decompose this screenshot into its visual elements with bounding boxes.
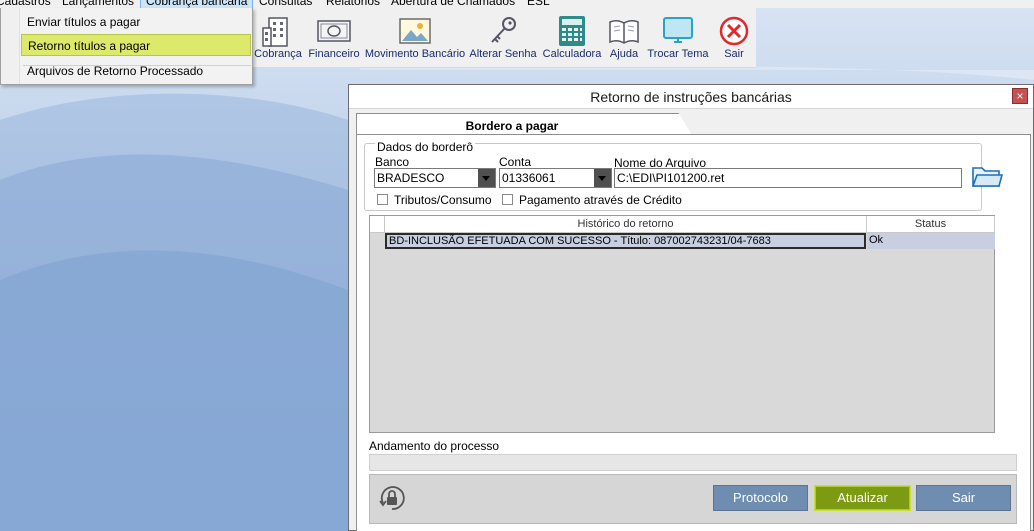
lock-refresh-icon[interactable]	[377, 483, 407, 513]
banco-select[interactable]: BRADESCO	[374, 168, 496, 188]
tab-bordero-label: Bordero a pagar	[465, 119, 559, 133]
menu-esl[interactable]: ESL	[527, 0, 550, 8]
andamento-label: Andamento do processo	[369, 439, 500, 453]
andamento-progress-bar	[369, 454, 1017, 471]
monitor-icon	[663, 17, 693, 43]
picture-icon	[399, 18, 431, 44]
menu-cadastros[interactable]: Cadastros	[0, 0, 51, 8]
menu-relatorios[interactable]: Relatórios	[326, 0, 380, 8]
sair-button[interactable]: Sair	[916, 485, 1011, 511]
tributos-label: Tributos/Consumo	[394, 193, 492, 207]
dialog-title: Retorno de instruções bancárias	[590, 89, 792, 105]
chevron-down-icon[interactable]	[478, 169, 495, 187]
grid-row-header-corner	[370, 216, 385, 233]
conta-value: 01336061	[502, 171, 556, 185]
toolbar-alterar-senha-button[interactable]: Alterar Senha	[468, 10, 538, 66]
toolbar-alterar-senha-label: Alterar Senha	[469, 48, 537, 60]
tributos-checkbox[interactable]	[377, 194, 388, 205]
dialog-footer: Protocolo Atualizar Sair	[369, 474, 1017, 524]
calculator-icon	[559, 16, 585, 46]
menu-abertura-chamados[interactable]: Abertura de Chamados	[391, 0, 515, 8]
toolbar-cobranca-label: Cobrança	[254, 48, 302, 60]
conta-select[interactable]: 01336061	[499, 168, 612, 188]
menu-item-arquivos-retorno[interactable]: Arquivos de Retorno Processado	[21, 60, 251, 82]
building-icon	[262, 17, 288, 47]
protocolo-button[interactable]: Protocolo	[713, 485, 808, 511]
table-row-historico[interactable]: BD-INCLUSÃO EFETUADA COM SUCESSO - Títul…	[385, 233, 866, 249]
chevron-down-icon[interactable]	[594, 169, 611, 187]
toolbar-sair-label: Sair	[724, 48, 744, 60]
credito-label: Pagamento através de Crédito	[519, 193, 682, 207]
dialog-titlebar: Retorno de instruções bancárias ×	[349, 85, 1033, 109]
conta-label: Conta	[499, 155, 532, 169]
arquivo-value: C:\EDI\PI101200.ret	[617, 171, 725, 185]
toolbar-movimento-bancario-label: Movimento Bancário	[364, 48, 466, 60]
toolbar-financeiro-button[interactable]: Financeiro	[306, 10, 362, 66]
retorno-instrucoes-dialog: Retorno de instruções bancárias × Border…	[348, 84, 1034, 531]
banco-value: BRADESCO	[377, 171, 445, 185]
menu-item-enviar-titulos[interactable]: Enviar títulos a pagar	[21, 11, 251, 33]
toolbar-cobranca-button[interactable]: Cobrança	[252, 10, 304, 66]
key-icon	[491, 17, 516, 43]
grid-header-historico[interactable]: Histórico do retorno	[385, 216, 867, 233]
menu-lancamentos[interactable]: Lançamentos	[62, 0, 134, 8]
table-row-status[interactable]: Ok	[867, 233, 995, 249]
historico-grid[interactable]: Histórico do retorno Status BD-INCLUSÃO …	[369, 215, 995, 433]
toolbar-trocar-tema-label: Trocar Tema	[647, 48, 709, 60]
menu-item-retorno-titulos[interactable]: Retorno títulos a pagar	[21, 34, 251, 56]
toolbar-trocar-tema-button[interactable]: Trocar Tema	[646, 10, 710, 66]
grid-row-indicator[interactable]	[370, 233, 385, 249]
toolbar: Cobrança Financeiro Movimento Bancário A…	[250, 8, 756, 68]
toolbar-calculadora-label: Calculadora	[542, 48, 602, 60]
dialog-close-button[interactable]: ×	[1012, 88, 1028, 104]
menu-consultas[interactable]: Consultas	[259, 0, 312, 8]
toolbar-movimento-bancario-button[interactable]: Movimento Bancário	[364, 10, 466, 66]
cobranca-bancaria-dropdown: Enviar títulos a pagar Retorno títulos a…	[0, 8, 253, 85]
arquivo-input[interactable]: C:\EDI\PI101200.ret	[614, 168, 962, 188]
credito-checkbox[interactable]	[502, 194, 513, 205]
dados-bordero-legend: Dados do borderô	[375, 140, 476, 154]
menu-cobranca-bancaria[interactable]: Cobrança bancária	[140, 0, 254, 8]
toolbar-sair-button[interactable]: Sair	[714, 10, 754, 66]
toolbar-calculadora-button[interactable]: Calculadora	[542, 10, 602, 66]
banco-label: Banco	[375, 155, 410, 169]
close-circle-icon	[719, 16, 749, 46]
menu-gutter	[1, 8, 20, 84]
toolbar-ajuda-button[interactable]: Ajuda	[604, 10, 644, 66]
folder-icon[interactable]	[971, 162, 1003, 190]
toolbar-ajuda-label: Ajuda	[609, 48, 639, 60]
book-icon	[609, 19, 639, 44]
banknote-icon	[317, 20, 351, 42]
menu-bar: Cadastros Lançamentos Cobrança bancária …	[0, 0, 1034, 8]
atualizar-button[interactable]: Atualizar	[814, 485, 911, 511]
tab-bordero-a-pagar[interactable]: Bordero a pagar	[356, 113, 692, 135]
grid-header-status[interactable]: Status	[867, 216, 995, 233]
toolbar-financeiro-label: Financeiro	[308, 48, 360, 60]
